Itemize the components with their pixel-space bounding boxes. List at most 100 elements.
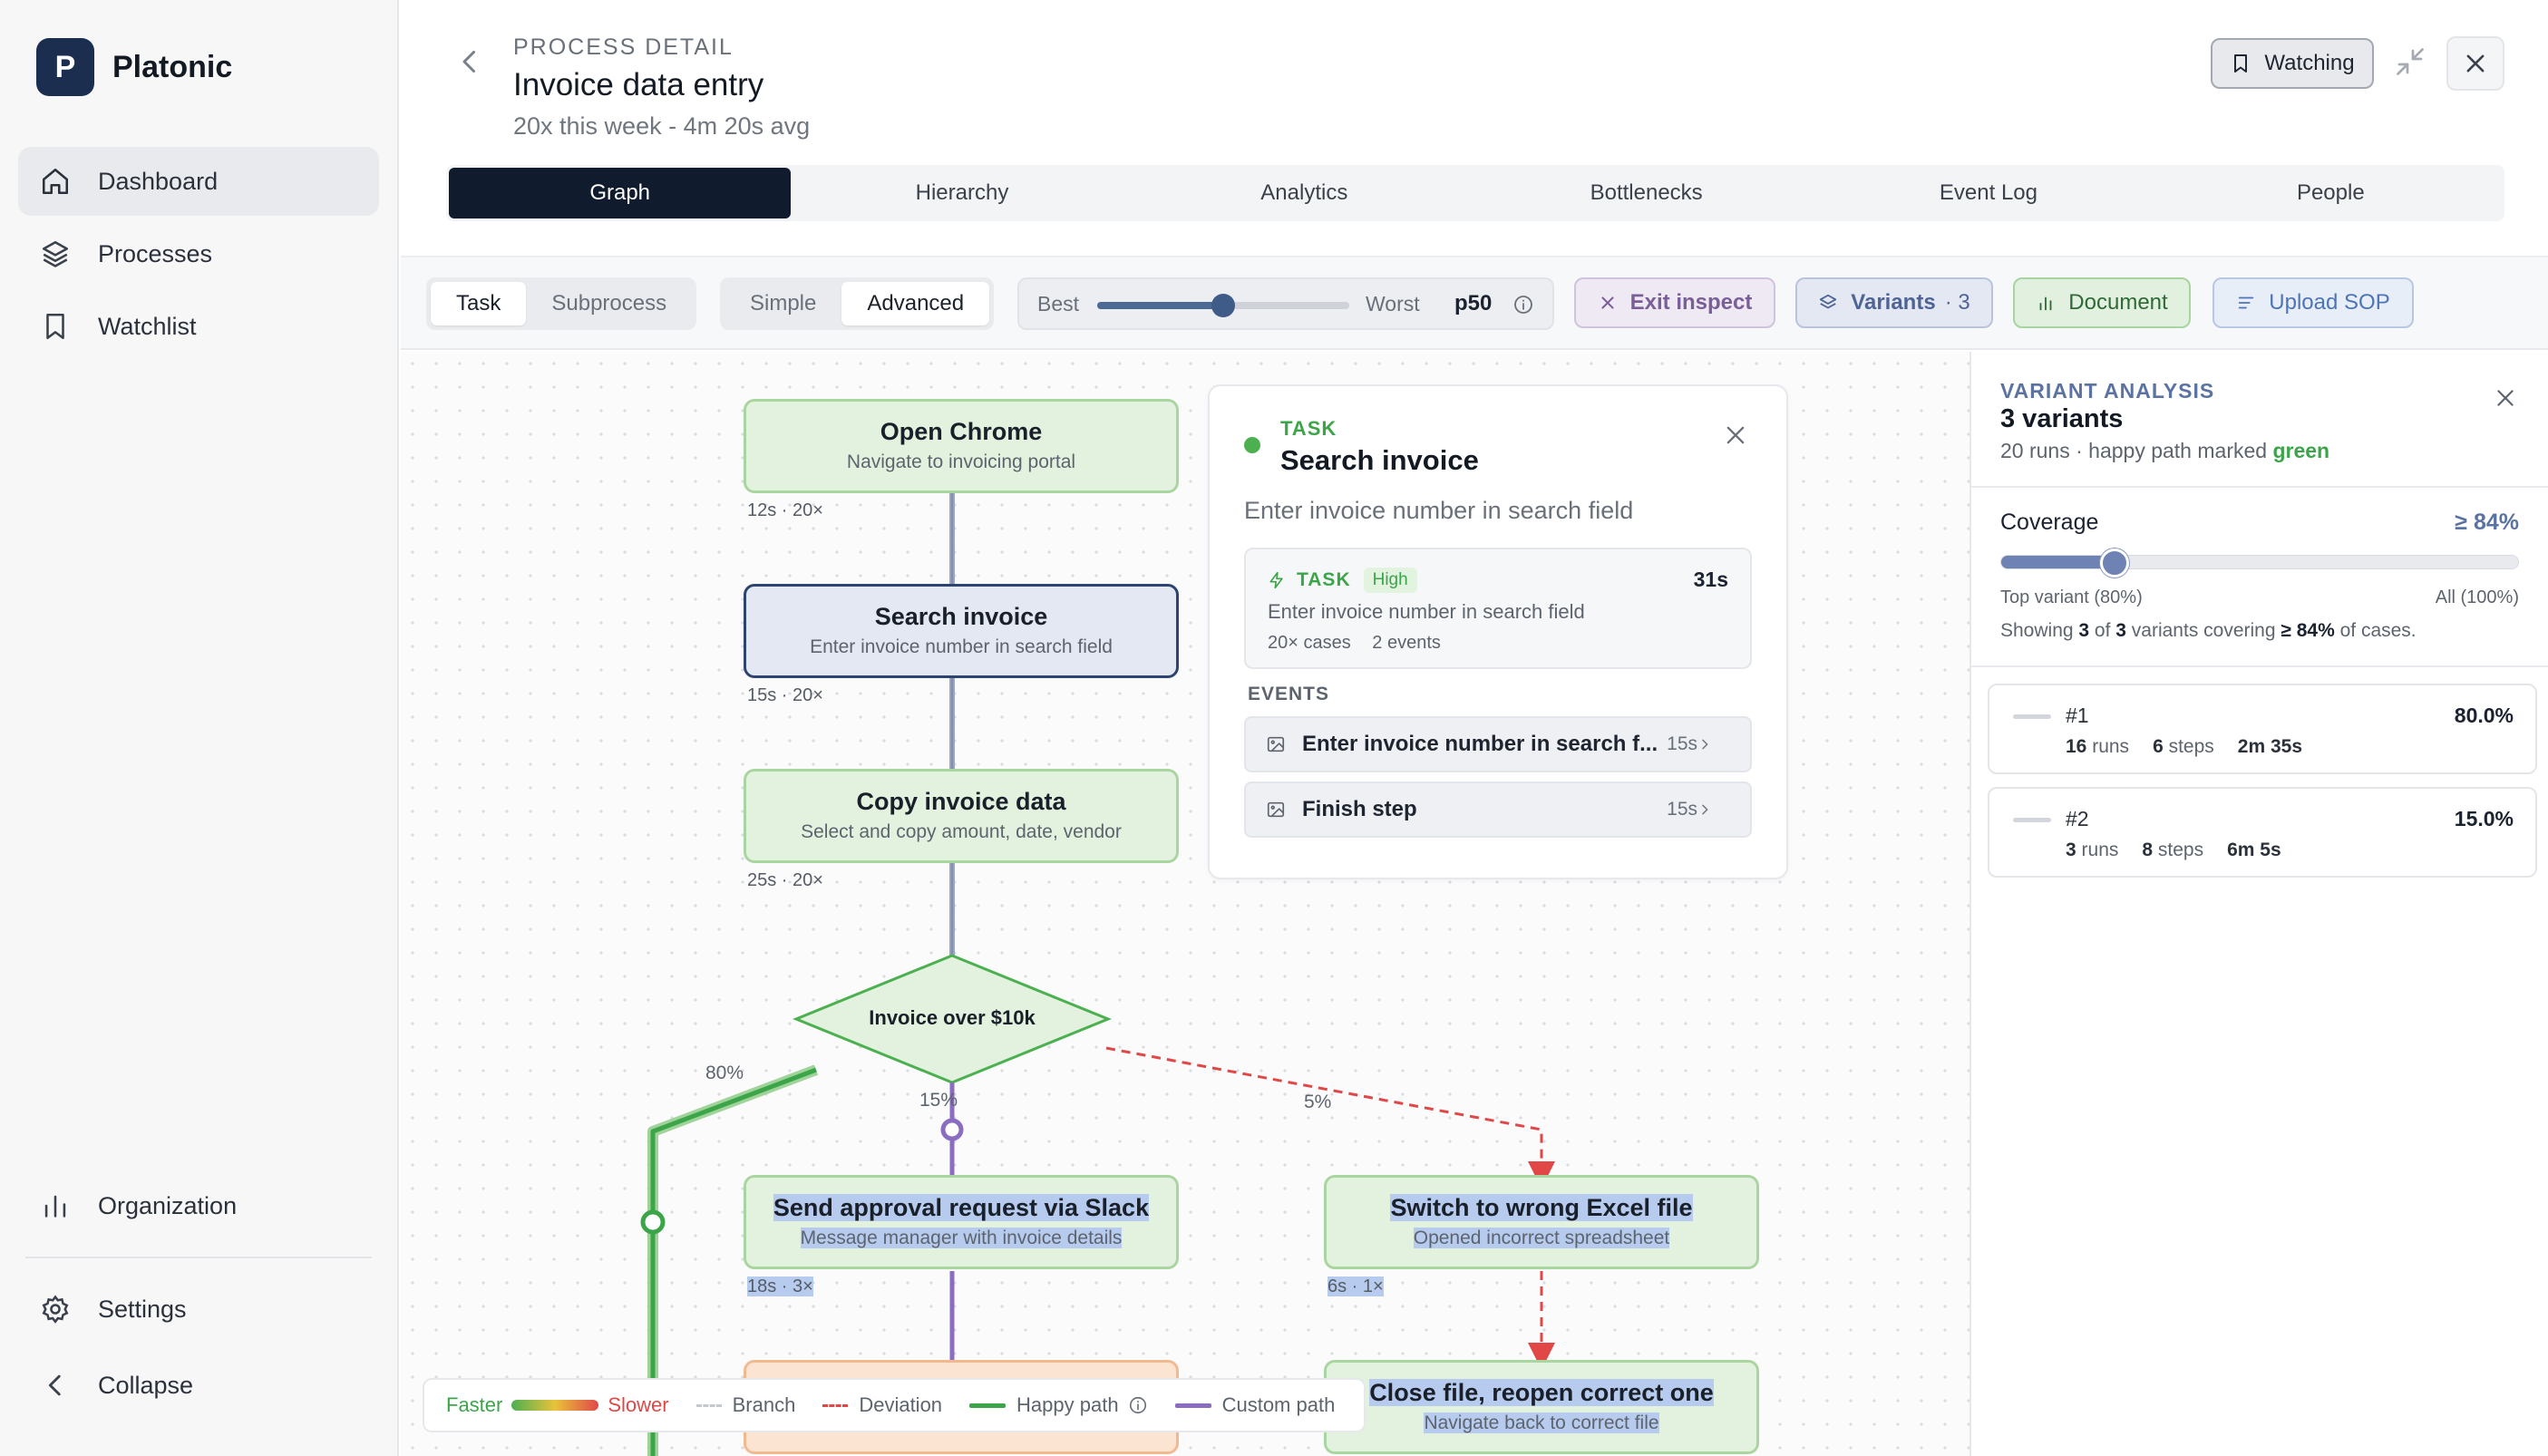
chevron-left-icon xyxy=(48,1374,61,1396)
breadcrumb: PROCESS DETAIL xyxy=(513,34,734,60)
detail-title: Search invoice xyxy=(1280,444,1479,476)
tab-people[interactable]: People xyxy=(2160,168,2502,218)
node-subtitle: Opened incorrect spreadsheet xyxy=(1413,1228,1670,1248)
close-button[interactable] xyxy=(2446,36,2504,91)
close-icon[interactable] xyxy=(1723,422,1748,448)
slider-knob[interactable] xyxy=(1211,294,1235,317)
edge-label-15: 15% xyxy=(919,1090,958,1111)
mode-advanced-option[interactable]: Advanced xyxy=(841,282,990,325)
event-row[interactable]: Finish step 15s xyxy=(1244,781,1752,838)
task-summary-card: TASK High 31s Enter invoice number in se… xyxy=(1244,548,1752,669)
coverage-label: Coverage xyxy=(2000,510,2099,535)
level-task-option[interactable]: Task xyxy=(431,282,527,325)
node-stat: 12s · 20× xyxy=(747,500,823,520)
variant-steps: 8 xyxy=(2142,840,2154,860)
layers-icon xyxy=(1820,294,1837,309)
gear-icon xyxy=(42,1295,69,1324)
status-dot xyxy=(1244,437,1260,453)
minimize-icon[interactable] xyxy=(2394,45,2426,78)
brand[interactable]: P Platonic xyxy=(36,38,232,96)
variant-card[interactable]: #1 80.0% 16 runs 6 steps 2m 35s xyxy=(1988,684,2537,774)
event-duration: 15s xyxy=(1667,733,1697,754)
sidebar-item-organization[interactable]: Organization xyxy=(18,1171,379,1240)
detail-description: Enter invoice number in search field xyxy=(1244,497,1634,524)
info-icon[interactable] xyxy=(1512,294,1534,315)
close-icon xyxy=(1601,296,1614,309)
back-chevron-icon[interactable] xyxy=(453,45,486,78)
sidebar-item-label: Settings xyxy=(98,1295,187,1323)
node-switch-wrong-excel[interactable]: Switch to wrong Excel file Opened incorr… xyxy=(1324,1175,1759,1269)
page-subtitle: 20x this week - 4m 20s avg xyxy=(513,112,811,140)
node-close-reopen-file[interactable]: Close file, reopen correct one Navigate … xyxy=(1324,1360,1759,1454)
tab-bottlenecks[interactable]: Bottlenecks xyxy=(1475,168,1817,218)
layers-icon xyxy=(42,240,69,267)
bookmark-icon xyxy=(46,313,64,340)
variant-runs: 16 xyxy=(2066,736,2087,757)
variant-percent: 80.0% xyxy=(2454,704,2514,727)
variants-button[interactable]: Variants · 3 xyxy=(1795,277,1993,328)
task-card-kind: TASK xyxy=(1297,569,1351,590)
sidebar-item-dashboard[interactable]: Dashboard xyxy=(18,147,379,216)
slider-worst-label: Worst xyxy=(1366,292,1420,315)
bookmark-icon xyxy=(2234,54,2248,73)
mode-toggle: Simple Advanced xyxy=(720,277,995,330)
happy-line xyxy=(969,1403,1007,1408)
bar-chart-icon xyxy=(2039,296,2052,311)
info-icon[interactable] xyxy=(1128,1395,1148,1415)
watching-button[interactable]: Watching xyxy=(2211,38,2374,89)
node-send-approval[interactable]: Send approval request via Slack Message … xyxy=(744,1175,1179,1269)
exit-inspect-button[interactable]: Exit inspect xyxy=(1574,277,1775,328)
node-open-chrome[interactable]: Open Chrome Navigate to invoicing portal xyxy=(744,399,1179,493)
slider-track[interactable] xyxy=(1097,294,1349,317)
sidebar-collapse-button[interactable]: Collapse xyxy=(18,1351,379,1420)
bar-chart-icon xyxy=(44,1195,66,1218)
node-search-invoice[interactable]: Search invoice Enter invoice number in s… xyxy=(744,584,1179,678)
happy-path-node[interactable] xyxy=(640,1209,666,1235)
lightning-icon xyxy=(1269,571,1283,589)
variant-color-line xyxy=(2013,818,2051,822)
legend-custom: Custom path xyxy=(1221,1393,1336,1416)
tab-analytics[interactable]: Analytics xyxy=(1133,168,1475,218)
legend-faster: Faster xyxy=(446,1393,503,1416)
tab-graph[interactable]: Graph xyxy=(449,168,792,218)
node-copy-invoice-data[interactable]: Copy invoice data Select and copy amount… xyxy=(744,769,1179,863)
events-heading: EVENTS xyxy=(1248,684,1330,704)
variants-label: Variants xyxy=(1851,290,1936,315)
node-title: Open Chrome xyxy=(880,418,1043,445)
sidebar-item-watchlist[interactable]: Watchlist xyxy=(18,292,379,361)
variant-time: 6m 5s xyxy=(2227,840,2281,860)
sidebar: P Platonic Dashboard Processes Watchlist… xyxy=(0,0,399,1456)
variant-card[interactable]: #2 15.0% 3 runs 8 steps 6m 5s xyxy=(1988,787,2537,878)
sidebar-item-label: Processes xyxy=(98,239,213,267)
coverage-min-label: Top variant (80%) xyxy=(2000,587,2143,607)
page-title: Invoice data entry xyxy=(513,67,764,102)
variants-count: · 3 xyxy=(1944,290,1970,315)
task-card-description: Enter invoice number in search field xyxy=(1268,600,1585,623)
document-button[interactable]: Document xyxy=(2013,277,2191,328)
legend-happy: Happy path xyxy=(1016,1393,1119,1416)
sidebar-item-processes[interactable]: Processes xyxy=(18,219,379,288)
decision-label: Invoice over $10k xyxy=(869,1006,1036,1029)
detail-kind: TASK xyxy=(1280,417,1337,440)
variant-number: #2 xyxy=(2066,807,2089,830)
node-subtitle: Message manager with invoice details xyxy=(800,1228,1123,1248)
node-stat: 25s · 20× xyxy=(747,870,823,890)
sidebar-item-settings[interactable]: Settings xyxy=(18,1275,379,1344)
node-stat: 18s · 3× xyxy=(747,1276,813,1296)
custom-path-node[interactable] xyxy=(940,1118,964,1141)
event-row[interactable]: Enter invoice number in search f... 15s xyxy=(1244,716,1752,772)
branch-line xyxy=(695,1403,722,1407)
variant-percent: 15.0% xyxy=(2454,807,2514,830)
coverage-slider[interactable] xyxy=(2000,548,2519,578)
tab-hierarchy[interactable]: Hierarchy xyxy=(791,168,1133,218)
level-subprocess-option[interactable]: Subprocess xyxy=(526,282,692,325)
tab-event-log[interactable]: Event Log xyxy=(1817,168,2159,218)
image-icon xyxy=(1267,736,1285,752)
divider xyxy=(1971,486,2548,488)
upload-sop-button[interactable]: Upload SOP xyxy=(2212,277,2414,328)
brand-name: Platonic xyxy=(112,49,233,84)
node-title: Search invoice xyxy=(874,603,1048,630)
coverage-knob[interactable] xyxy=(2100,548,2130,578)
close-icon[interactable] xyxy=(2494,386,2517,410)
mode-simple-option[interactable]: Simple xyxy=(725,282,841,325)
